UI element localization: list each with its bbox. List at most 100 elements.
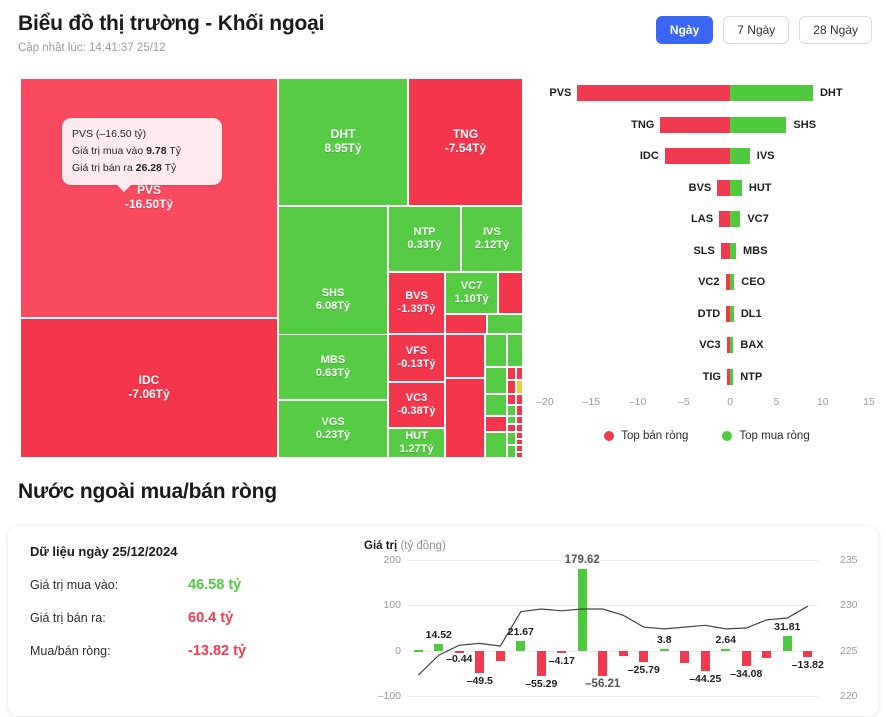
range-button-1[interactable]: 7 Ngày bbox=[723, 16, 790, 45]
sell-bar[interactable] bbox=[719, 211, 731, 227]
sell-bar[interactable] bbox=[664, 148, 731, 164]
summary-key: Giá trị mua vào: bbox=[30, 578, 119, 592]
treemap-tile[interactable] bbox=[507, 394, 516, 405]
treemap-tile[interactable] bbox=[516, 394, 523, 405]
treemap-tile-symbol: VC3 bbox=[405, 392, 428, 405]
combo-bar-label: –56.21 bbox=[585, 678, 621, 691]
buy-bar[interactable] bbox=[730, 368, 734, 385]
sell-label: DTD bbox=[697, 307, 721, 320]
buy-label: BAX bbox=[740, 339, 764, 351]
treemap-tile[interactable] bbox=[516, 452, 523, 458]
treemap-tile[interactable] bbox=[507, 424, 516, 432]
buy-bar[interactable] bbox=[730, 242, 736, 259]
treemap-tile-vc3[interactable]: VC3 -0.38Tỷ bbox=[388, 382, 445, 428]
combo-bar-label: 3.8 bbox=[656, 633, 672, 646]
treemap-tile-tng[interactable]: TNG -7.54Tỷ bbox=[408, 78, 523, 206]
treemap-tile[interactable] bbox=[445, 314, 487, 334]
sell-bar[interactable] bbox=[720, 242, 731, 259]
treemap-tile-vc7[interactable]: VC7 1.10Tỷ bbox=[445, 272, 498, 314]
treemap-tile-value: 6.08Tỷ bbox=[315, 300, 351, 312]
treemap-tile[interactable] bbox=[516, 367, 523, 380]
diverging-row-2: IDC IVS bbox=[531, 145, 883, 167]
treemap-tile-dht[interactable]: DHT 8.95Tỷ bbox=[278, 78, 408, 206]
treemap-tile-symbol: VGS bbox=[321, 416, 345, 429]
x-tick-label: 15 bbox=[863, 396, 875, 408]
section2-title: Nước ngoài mua/bán ròng bbox=[18, 480, 277, 503]
treemap-tile-symbol: BVS bbox=[405, 290, 428, 303]
treemap-tile[interactable] bbox=[487, 314, 523, 334]
sell-bar[interactable] bbox=[717, 179, 731, 196]
range-button-2[interactable]: 28 Ngày bbox=[799, 16, 872, 45]
treemap-tile[interactable] bbox=[507, 416, 516, 424]
treemap-tile[interactable] bbox=[485, 416, 507, 432]
buy-label: HUT bbox=[748, 181, 772, 194]
treemap-tile-value: -7.06Tỷ bbox=[128, 387, 170, 401]
buy-bar[interactable] bbox=[730, 85, 813, 101]
legend-label: Top bán ròng bbox=[621, 430, 689, 442]
y-axis-left-tick: 0 bbox=[395, 644, 401, 657]
buy-bar[interactable] bbox=[730, 337, 734, 353]
treemap-tile[interactable] bbox=[507, 334, 523, 367]
treemap-tile[interactable] bbox=[485, 334, 507, 367]
y-axis-left-tick: 100 bbox=[383, 599, 401, 612]
combo-bar-label: 179.62 bbox=[564, 554, 600, 567]
treemap-tile[interactable] bbox=[485, 394, 507, 416]
treemap-tile-ntp[interactable]: NTP 0.33Tỷ bbox=[388, 206, 461, 272]
buy-bar[interactable] bbox=[730, 211, 741, 227]
treemap-tile[interactable] bbox=[516, 416, 523, 424]
y-axis-left-tick: –100 bbox=[377, 690, 401, 702]
treemap-tile[interactable] bbox=[498, 272, 523, 314]
diverging-row-8: VC3 BAX bbox=[531, 334, 883, 356]
net-buy-sell-card: Dữ liệu ngày 25/12/2024 Giá trị mua vào:… bbox=[8, 526, 878, 716]
diverging-row-7: DTD DL1 bbox=[531, 303, 883, 325]
summary-value: -13.82 tỷ bbox=[188, 643, 247, 659]
treemap-tile[interactable] bbox=[485, 367, 507, 394]
buy-bar[interactable] bbox=[730, 116, 787, 133]
buy-bar[interactable] bbox=[730, 274, 735, 290]
combo-bar-label: 14.52 bbox=[425, 629, 452, 642]
range-button-0[interactable]: Ngày bbox=[655, 16, 714, 45]
buy-bar[interactable] bbox=[730, 179, 742, 196]
combo-bar-label: –34.08 bbox=[730, 668, 763, 681]
buy-label: IVS bbox=[756, 150, 775, 162]
legend-item-0[interactable]: Top bán ròng bbox=[604, 430, 688, 442]
treemap-tile-symbol: TNG bbox=[452, 127, 479, 142]
treemap-tile-bvs[interactable]: BVS -1.39Tỷ bbox=[388, 272, 445, 334]
treemap-tile-vgs[interactable]: VGS 0.23Tỷ bbox=[278, 400, 388, 458]
treemap-tile-value: -7.54Tỷ bbox=[444, 141, 487, 155]
treemap-tile-pvs[interactable]: PVS -16.50Tỷ bbox=[20, 78, 278, 318]
treemap-tile[interactable] bbox=[507, 380, 516, 394]
buy-bar[interactable] bbox=[730, 305, 734, 322]
sell-bar[interactable] bbox=[660, 116, 731, 133]
treemap-tile[interactable] bbox=[507, 432, 516, 445]
treemap-tile[interactable] bbox=[516, 445, 523, 452]
treemap-tile-vfs[interactable]: VFS -0.13Tỷ bbox=[388, 334, 445, 382]
treemap-tile[interactable] bbox=[445, 378, 485, 458]
diverging-row-1: TNG SHS bbox=[531, 114, 883, 136]
treemap-tile[interactable] bbox=[516, 432, 523, 439]
treemap-tile[interactable] bbox=[507, 405, 516, 416]
net-value-combo-chart: Giá trị (tỷ đồng) 200 100 0 –100 235 230 225 22… bbox=[360, 540, 872, 712]
treemap-tile-symbol: PVS bbox=[136, 183, 161, 198]
treemap-tile[interactable] bbox=[516, 424, 523, 432]
legend-item-1[interactable]: Top mua ròng bbox=[722, 430, 810, 442]
treemap-tile[interactable] bbox=[445, 334, 485, 378]
combo-bar-label: –49.5 bbox=[466, 675, 493, 688]
treemap-tile-symbol: SHS bbox=[321, 287, 345, 300]
treemap-tile[interactable] bbox=[485, 432, 507, 458]
diverging-row-4: LAS VC7 bbox=[531, 208, 883, 230]
treemap-tile-symbol: IDC bbox=[138, 373, 160, 388]
summary-key: Giá trị bán ra: bbox=[30, 611, 106, 625]
treemap-tile[interactable] bbox=[507, 445, 516, 458]
treemap-tile-idc[interactable]: IDC -7.06Tỷ bbox=[20, 318, 278, 458]
treemap-tile-mbs[interactable]: MBS 0.63Tỷ bbox=[278, 334, 388, 400]
sell-label: SLS bbox=[693, 244, 715, 257]
y-axis-right-tick: 230 bbox=[840, 599, 858, 612]
treemap-tile[interactable] bbox=[516, 405, 523, 416]
treemap-tile[interactable] bbox=[516, 380, 523, 394]
treemap-tile-hut[interactable]: HUT 1.27Tỷ bbox=[388, 428, 445, 458]
buy-bar[interactable] bbox=[730, 148, 750, 164]
treemap-tile[interactable] bbox=[507, 367, 516, 380]
treemap-tile-ivs[interactable]: IVS 2.12Tỷ bbox=[461, 206, 523, 272]
sell-bar[interactable] bbox=[577, 85, 731, 101]
